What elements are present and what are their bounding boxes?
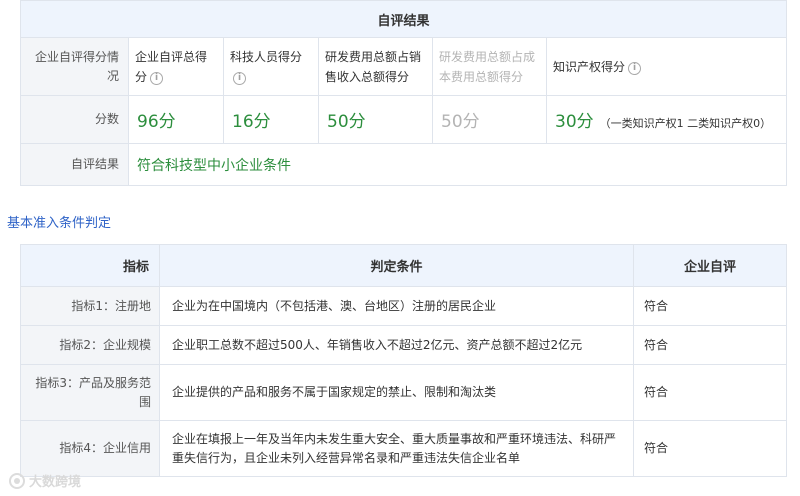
self-evaluation-results: 自评结果 企业自评得分情况 企业自评总得分 i 科技人员得分i 研发费用总额占销售… — [19, 0, 788, 186]
table-row: 指标2：企业规模 企业职工总数不超过500人、年销售收入不超过2亿元、资产总额不… — [20, 325, 787, 365]
score-header-ip: 知识产权得分 i — [545, 37, 788, 96]
results-header: 自评结果 — [19, 0, 788, 38]
condition-cell: 企业职工总数不超过500人、年销售收入不超过2亿元、资产总额不超过2亿元 — [159, 325, 634, 365]
indicator-cell: 指标1：注册地 — [20, 286, 160, 326]
points-label: 分数 — [20, 95, 129, 144]
result-text: 符合科技型中小企业条件 — [127, 143, 788, 186]
condition-cell: 企业在填报上一年及当年内未发生重大安全、重大质量事故和严重环境违法、科研严重失信… — [159, 420, 634, 477]
score-rd-sales: 50分 — [318, 95, 433, 144]
evaluation-cell: 符合 — [633, 364, 787, 421]
table-row: 指标4：企业信用 企业在填报上一年及当年内未发生重大安全、重大质量事故和严重环境… — [20, 420, 787, 477]
evaluation-cell: 符合 — [633, 420, 787, 477]
ip-breakdown: （一类知识产权1 二类知识产权0） — [599, 117, 772, 130]
criteria-header-indicator: 指标 — [20, 244, 160, 287]
indicator-cell: 指标3：产品及服务范围 — [20, 364, 160, 421]
score-header-total: 企业自评总得分 i — [128, 37, 224, 96]
table-row: 指标1：注册地 企业为在中国境内（不包括港、澳、台地区）注册的居民企业 符合 — [20, 286, 787, 326]
score-personnel: 16分 — [223, 95, 319, 144]
table-row: 指标3：产品及服务范围 企业提供的产品和服务不属于国家规定的禁止、限制和淘汰类 … — [20, 364, 787, 421]
evaluation-cell: 符合 — [633, 286, 787, 326]
section-title-basic-criteria: 基本准入条件判定 — [7, 216, 112, 231]
result-label: 自评结果 — [20, 143, 129, 186]
condition-cell: 企业为在中国境内（不包括港、澳、台地区）注册的居民企业 — [159, 286, 634, 326]
evaluation-cell: 符合 — [633, 325, 787, 365]
results-table: 自评结果 企业自评得分情况 企业自评总得分 i 科技人员得分i 研发费用总额占销售… — [19, 0, 788, 186]
info-circle-icon[interactable]: i — [628, 61, 642, 75]
score-situation-label: 企业自评得分情况 — [20, 37, 129, 96]
criteria-section: 指标 判定条件 企业自评 指标1：注册地 企业为在中国境内（不包括港、澳、台地区… — [20, 244, 787, 477]
score-header-rd-cost: 研发费用总额占成本费用总额得分 — [432, 37, 547, 96]
info-circle-icon[interactable]: i — [150, 71, 164, 85]
score-header-rd-sales: 研发费用总额占销售收入总额得分 — [318, 37, 433, 96]
score-rd-cost: 50分 — [432, 95, 547, 144]
score-header-personnel: 科技人员得分i — [223, 37, 319, 96]
watermark-text: 大数跨境 — [29, 475, 82, 490]
info-circle-icon[interactable]: i — [233, 71, 246, 85]
indicator-cell: 指标2：企业规模 — [20, 325, 160, 365]
score-ip: 30分 — [555, 112, 594, 132]
criteria-header-condition: 判定条件 — [159, 244, 634, 287]
score-ip-cell: 30分 （一类知识产权1 二类知识产权0） — [545, 95, 788, 144]
criteria-header-evaluation: 企业自评 — [633, 244, 787, 287]
indicator-cell: 指标4：企业信用 — [20, 420, 160, 477]
watermark-logo-icon — [9, 472, 25, 489]
watermark: 大数跨境 — [9, 471, 81, 490]
criteria-table: 指标 判定条件 企业自评 指标1：注册地 企业为在中国境内（不包括港、澳、台地区… — [20, 244, 787, 477]
score-total: 96分 — [128, 95, 224, 144]
condition-cell: 企业提供的产品和服务不属于国家规定的禁止、限制和淘汰类 — [159, 364, 634, 421]
